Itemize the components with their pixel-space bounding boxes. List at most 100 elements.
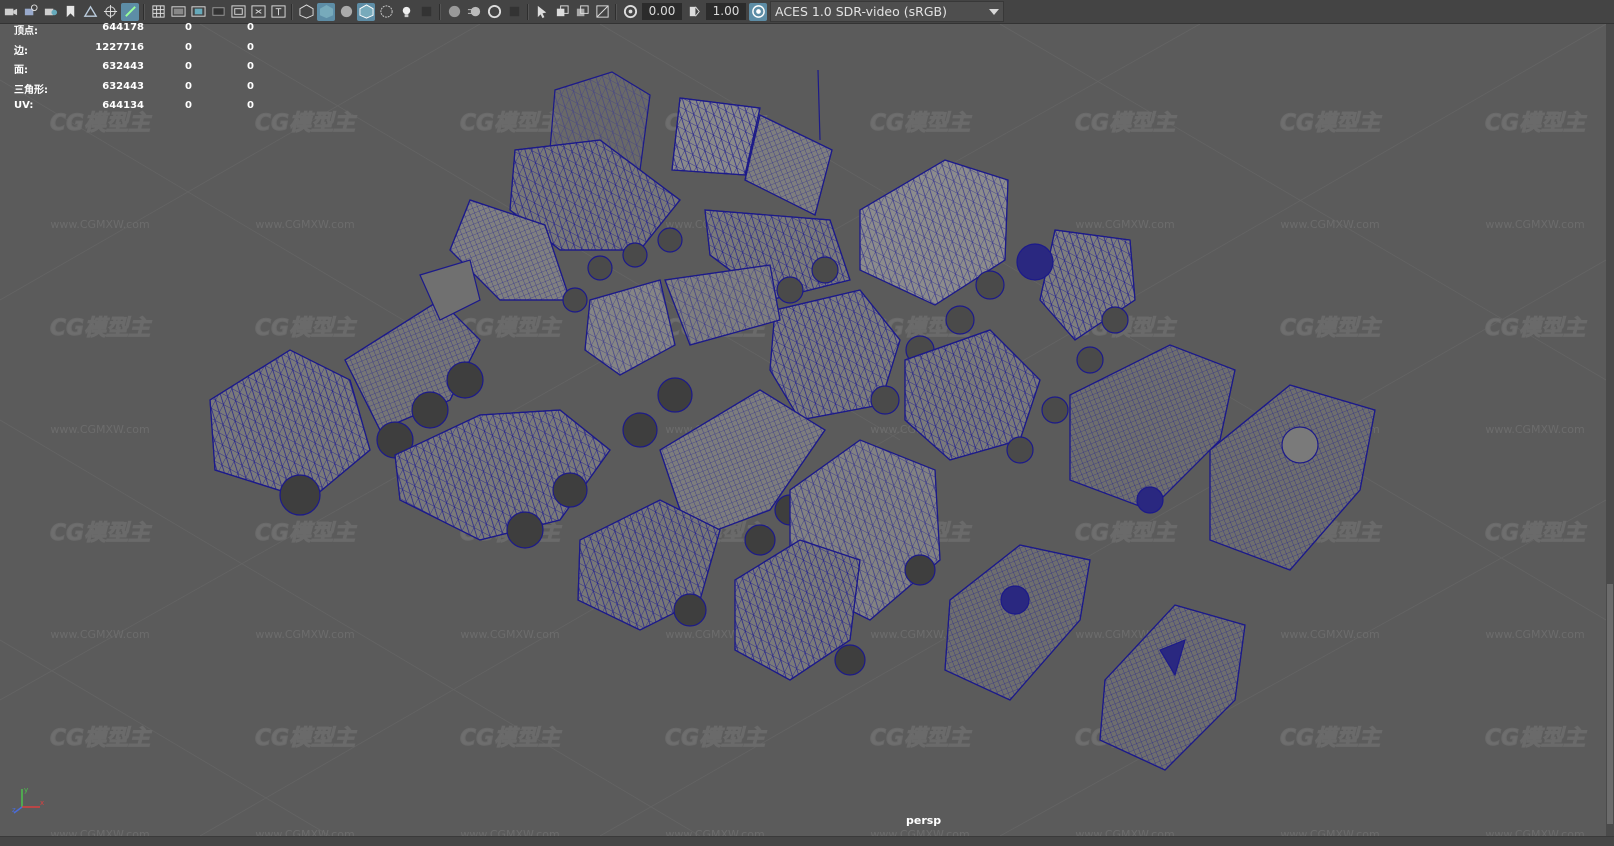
wireframe-vehicles (209, 69, 1376, 771)
hud-value: 632443 (102, 61, 144, 72)
screen-space-ao-icon[interactable] (445, 3, 463, 21)
hud-row: 三角形: 632443 0 0 (12, 79, 272, 99)
svg-text:y: y (24, 786, 28, 794)
watermark-url: www.CGMXW.com (1485, 423, 1584, 436)
vehicle-radar-tracked (449, 71, 683, 313)
watermark-logo: CG模型主 (1075, 521, 1177, 546)
lights-icon[interactable] (397, 3, 415, 21)
viewport-scene[interactable]: CG模型主 CG模型主 CG模型主 CG模型主 www.CGMXW.com www.CGM… (0, 24, 1606, 836)
watermark-url: www.CGMXW.com (50, 423, 149, 436)
watermark-logo: CG模型主 (460, 111, 562, 136)
svg-text:z: z (12, 806, 16, 814)
poly-count-hud: 顶点: 644178 0 0 边: 1227716 0 0 面: 632443 0 0 三角形: 6324… (12, 20, 272, 118)
smooth-shade-icon[interactable] (317, 2, 335, 21)
hud-row: 面: 632443 0 0 (12, 59, 272, 79)
shadows-icon[interactable] (417, 3, 435, 21)
hud-triangle-count: 0 (247, 100, 254, 111)
bookmark-icon[interactable] (61, 3, 79, 21)
backface-culling-icon[interactable] (593, 3, 611, 21)
camera-select-icon[interactable] (1, 3, 19, 21)
hud-row: UV: 644134 0 0 (12, 98, 272, 118)
anti-aliasing-icon[interactable] (485, 3, 503, 21)
hud-value: 644134 (102, 100, 144, 111)
watermark-logo: CG模型主 (255, 726, 357, 751)
wireframe-on-shaded-icon[interactable] (357, 2, 375, 21)
watermark-url: www.CGMXW.com (1485, 628, 1584, 641)
watermark-logo: CG模型主 (1280, 726, 1382, 751)
hud-triangle-count: 0 (247, 80, 254, 92)
watermark-logo: CG模型主 (50, 316, 152, 341)
watermark-logo: CG模型主 (1075, 111, 1177, 136)
xray-joints-icon[interactable] (553, 3, 571, 21)
hud-selected-count: 0 (185, 61, 192, 72)
hud-label: UV: (14, 100, 34, 111)
hud-triangle-count: 0 (247, 22, 254, 33)
camera-attributes-icon[interactable] (41, 3, 59, 21)
hud-label: 顶点: (14, 26, 38, 37)
watermark-url: www.CGMXW.com (50, 218, 149, 231)
watermark-url: www.CGMXW.com (460, 628, 559, 641)
motion-blur-icon[interactable] (465, 3, 483, 21)
watermark-url: www.CGMXW.com (50, 628, 149, 641)
watermark-url: www.CGMXW.com (1280, 828, 1379, 836)
hud-row: 顶点: 644178 0 0 (12, 20, 272, 40)
watermark-url: www.CGMXW.com (1280, 218, 1379, 231)
xray-active-icon[interactable] (573, 3, 591, 21)
watermark-logo: CG模型主 (870, 726, 972, 751)
gamma-field[interactable]: 1.00 (706, 3, 746, 20)
watermark-url: www.CGMXW.com (1280, 628, 1379, 641)
view-transform-dropdown[interactable]: ACES 1.0 SDR-video (sRGB) (770, 1, 1004, 22)
hud-selected-count: 0 (185, 41, 192, 53)
exposure-icon[interactable] (621, 3, 639, 21)
resolution-gate-icon[interactable] (189, 3, 207, 21)
chevron-down-icon (985, 2, 1003, 21)
hud-triangle-count: 0 (247, 41, 254, 53)
watermark-logo: CG模型主 (1280, 111, 1382, 136)
image-plane-icon[interactable] (81, 3, 99, 21)
watermark-logo: CG模型主 (1485, 726, 1587, 751)
isolate-select-icon[interactable] (533, 3, 551, 21)
watermark-url: www.CGMXW.com (1485, 218, 1584, 231)
2d-pan-zoom-icon[interactable] (121, 2, 139, 21)
film-gate-icon[interactable] (169, 3, 187, 21)
depth-of-field-icon[interactable] (505, 3, 523, 21)
camera-lock-icon[interactable] (21, 3, 39, 21)
gate-mask-icon[interactable] (209, 3, 227, 21)
watermark-logo: CG模型主 (255, 521, 357, 546)
viewport-panel[interactable]: CG模型主 CG模型主 CG模型主 CG模型主 www.CGMXW.com www.CGM… (0, 0, 1614, 846)
viewport-scrollbar[interactable] (1606, 24, 1614, 836)
hud-label: 三角形: (14, 84, 48, 96)
hud-selected-count: 0 (185, 100, 192, 111)
hud-label: 边: (14, 45, 28, 57)
watermark-logo: CG模型主 (870, 111, 972, 136)
safe-title-icon[interactable] (269, 3, 287, 21)
bottom-status-strip (0, 836, 1614, 846)
exposure-field[interactable]: 0.00 (642, 3, 682, 20)
default-material-icon[interactable] (337, 3, 355, 21)
watermark-url: www.CGMXW.com (460, 828, 559, 836)
hud-label: 面: (14, 65, 28, 76)
watermark-logo: CG模型主 (50, 726, 152, 751)
watermark-url: www.CGMXW.com (255, 218, 354, 231)
view-transform-label: ACES 1.0 SDR-video (sRGB) (775, 4, 947, 19)
grid-icon[interactable] (149, 3, 167, 21)
watermark-logo: CG模型主 (460, 726, 562, 751)
gamma-icon[interactable] (685, 3, 703, 21)
hud-triangle-count: 0 (247, 61, 254, 72)
safe-action-icon[interactable] (249, 3, 267, 21)
hud-selected-count: 0 (185, 80, 192, 92)
wireframe-shading-icon[interactable] (297, 3, 315, 21)
vehicle-humvee-1 (944, 544, 1091, 701)
watermark-url: www.CGMXW.com (1485, 828, 1584, 836)
watermark-url: www.CGMXW.com (255, 828, 354, 836)
hud-value: 1227716 (95, 41, 144, 53)
hud-value: 644178 (102, 22, 144, 33)
watermark-logo: CG模型主 (255, 316, 357, 341)
watermark-logo: CG模型主 (50, 521, 152, 546)
color-management-icon[interactable] (749, 2, 767, 21)
field-chart-icon[interactable] (229, 3, 247, 21)
hud-selected-count: 0 (185, 22, 192, 33)
grease-pencil-icon[interactable] (101, 3, 119, 21)
hud-row: 边: 1227716 0 0 (12, 40, 272, 60)
xray-icon[interactable] (377, 3, 395, 21)
